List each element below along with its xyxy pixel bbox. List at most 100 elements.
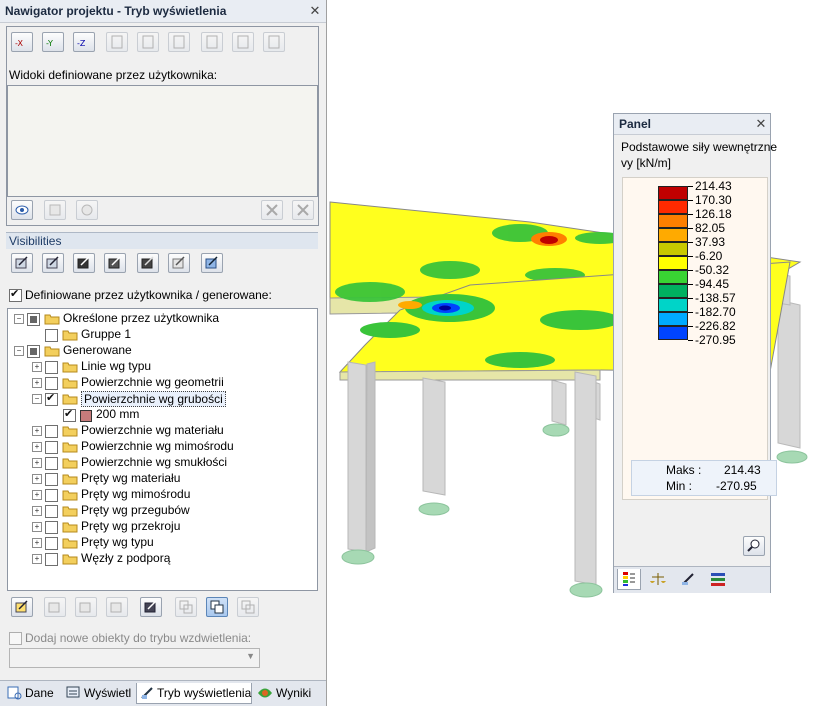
legend-tick <box>688 284 693 285</box>
panel-close-icon[interactable]: ✕ <box>754 117 768 131</box>
tree-row[interactable]: + Linie wg typu <box>8 359 308 375</box>
tree-row[interactable]: + Powierzchnie wg mimośrodu <box>8 439 308 455</box>
visibility-action-5-button[interactable] <box>140 597 162 617</box>
tree-row-checkbox[interactable] <box>45 505 58 518</box>
edit-view-button[interactable] <box>76 200 98 220</box>
visibility-button-7[interactable] <box>201 253 223 273</box>
view-minus-z-button[interactable]: -Z <box>73 32 95 52</box>
user-views-list[interactable] <box>7 85 318 197</box>
expand-icon[interactable]: + <box>32 362 42 372</box>
view-minus-v-button[interactable] <box>232 32 254 52</box>
view-minus-w-button[interactable] <box>263 32 285 52</box>
visibility-action-3-button[interactable] <box>75 597 97 617</box>
view-minus-u-button[interactable] <box>201 32 223 52</box>
visibility-action-1-button[interactable] <box>11 597 33 617</box>
expand-icon[interactable]: + <box>32 378 42 388</box>
delete-all-views-button[interactable] <box>292 200 314 220</box>
expand-icon[interactable]: + <box>32 426 42 436</box>
panel-tab-lines[interactable] <box>707 569 729 589</box>
expand-icon[interactable]: + <box>32 474 42 484</box>
visibility-5-icon <box>141 256 154 269</box>
tree-row-checkbox[interactable] <box>45 329 58 342</box>
folder-icon <box>62 538 78 549</box>
view-u-icon <box>111 35 123 49</box>
user-generated-checkbox[interactable] <box>9 287 22 302</box>
tree-row-checkbox[interactable] <box>45 377 58 390</box>
tree-row-checkbox[interactable] <box>45 473 58 486</box>
panel-tab-colors[interactable] <box>617 569 641 590</box>
visibility-action-7-button[interactable] <box>206 597 228 617</box>
tree-row[interactable]: + Powierzchnie wg materiału <box>8 423 308 439</box>
tree-row-checkbox[interactable] <box>45 457 58 470</box>
collapse-icon[interactable]: − <box>32 394 42 404</box>
tree-row[interactable]: Gruppe 1 <box>8 327 308 343</box>
tree-row-checkbox[interactable] <box>45 441 58 454</box>
visibility-action-4-button[interactable] <box>106 597 128 617</box>
expand-icon[interactable]: + <box>32 538 42 548</box>
visibility-6-icon <box>172 256 185 269</box>
view-minus-x-button[interactable]: -X <box>11 32 33 52</box>
visibility-tree[interactable]: − Określone przez użytkownika Gruppe 1 − Gen… <box>7 308 318 591</box>
visibility-action-2-button[interactable] <box>44 597 66 617</box>
tab-wyswietl[interactable]: Wyświetl <box>62 683 134 703</box>
results-panel: Panel ✕ Podstawowe siły wewnętrzne vy [k… <box>613 113 777 593</box>
view-v-button[interactable] <box>137 32 159 52</box>
expand-icon[interactable]: + <box>32 490 42 500</box>
tree-row-checkbox[interactable] <box>45 553 58 566</box>
close-icon[interactable]: ✕ <box>308 4 322 18</box>
tree-row-checkbox[interactable] <box>45 537 58 550</box>
tree-row-checkbox[interactable] <box>27 313 40 326</box>
expand-icon[interactable]: + <box>32 458 42 468</box>
tab-wyniki[interactable]: Wyniki <box>254 683 322 703</box>
tab-tryb-wyswietlenia[interactable]: Tryb wyświetlenia <box>136 683 252 704</box>
tree-row[interactable]: + Powierzchnie wg geometrii <box>8 375 308 391</box>
tree-row[interactable]: − Powierzchnie wg grubości <box>8 391 308 407</box>
tree-row-checkbox[interactable] <box>45 361 58 374</box>
expand-icon[interactable]: + <box>32 554 42 564</box>
view-minus-y-button[interactable]: -Y <box>42 32 64 52</box>
expand-icon[interactable]: + <box>32 442 42 452</box>
tree-row-checkbox[interactable] <box>45 521 58 534</box>
view-w-button[interactable] <box>168 32 190 52</box>
tree-row[interactable]: + Pręty wg materiału <box>8 471 308 487</box>
tree-row-checkbox[interactable] <box>63 407 76 422</box>
visibility-button-2[interactable] <box>42 253 64 273</box>
tree-row-checkbox[interactable] <box>45 391 58 406</box>
visibility-button-1[interactable] <box>11 253 33 273</box>
tab-dane[interactable]: Dane <box>3 683 58 703</box>
visibility-action-8-button[interactable] <box>237 597 259 617</box>
expand-icon[interactable]: + <box>32 522 42 532</box>
tree-row[interactable]: 200 mm <box>8 407 308 423</box>
visibility-button-4[interactable] <box>104 253 126 273</box>
panel-tab-display[interactable] <box>677 569 699 589</box>
expand-icon[interactable]: + <box>32 506 42 516</box>
tree-row[interactable]: + Pręty wg mimośrodu <box>8 487 308 503</box>
layers-alt-icon <box>241 600 255 614</box>
tree-row-checkbox[interactable] <box>45 425 58 438</box>
tree-row[interactable]: − Generowane <box>8 343 308 359</box>
save-view-button[interactable] <box>44 200 66 220</box>
view-y-icon: -Y <box>46 39 53 48</box>
delete-view-button[interactable] <box>261 200 283 220</box>
panel-tab-scale[interactable] <box>647 569 669 589</box>
panel-zoom-button[interactable] <box>743 536 765 556</box>
visibility-button-3[interactable] <box>73 253 95 273</box>
view-u-button[interactable] <box>106 32 128 52</box>
visibility-action-6-button[interactable] <box>175 597 197 617</box>
visibility-button-6[interactable] <box>168 253 190 273</box>
tree-row[interactable]: + Węzły z podporą <box>8 551 308 567</box>
collapse-icon[interactable]: − <box>14 314 24 324</box>
tree-row[interactable]: + Pręty wg typu <box>8 535 308 551</box>
tree-row[interactable]: + Powierzchnie wg smukłości <box>8 455 308 471</box>
tree-row[interactable]: + Pręty wg przekroju <box>8 519 308 535</box>
tree-row[interactable]: + Pręty wg przegubów <box>8 503 308 519</box>
add-new-objects-dropdown[interactable]: ▼ <box>9 648 260 668</box>
tree-row[interactable]: − Określone przez użytkownika <box>8 311 308 327</box>
visibility-button-5[interactable] <box>137 253 159 273</box>
tree-row-checkbox[interactable] <box>45 489 58 502</box>
tree-row-checkbox[interactable] <box>27 345 40 358</box>
folder-icon <box>62 506 78 517</box>
show-view-button[interactable] <box>11 200 33 220</box>
add-new-objects-checkbox[interactable] <box>9 632 22 645</box>
collapse-icon[interactable]: − <box>14 346 24 356</box>
